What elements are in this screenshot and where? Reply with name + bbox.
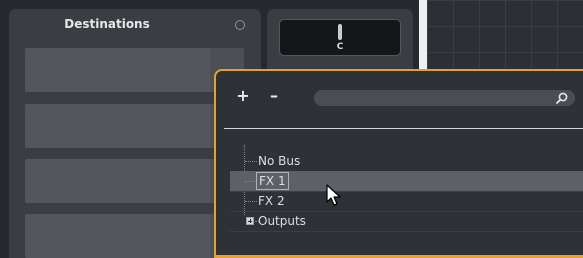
tree-item-label: FX 2 <box>258 194 285 208</box>
tree-item-fx-1[interactable]: FX 1 <box>230 171 583 192</box>
popup-separator <box>224 128 583 129</box>
expand-plus-icon[interactable] <box>246 217 254 225</box>
remove-button[interactable]: – <box>266 87 282 105</box>
destination-slot-3[interactable] <box>25 159 244 203</box>
mouse-pointer-icon <box>326 184 341 206</box>
tree-branch <box>245 161 257 162</box>
pan-value-label: C <box>336 42 344 52</box>
bus-selector-popup: + – No Bus FX 1 FX 2 Outputs <box>214 69 583 258</box>
tree-branch <box>245 201 257 202</box>
tree-item-outputs[interactable]: Outputs <box>230 211 583 232</box>
destination-slot-4[interactable] <box>25 214 244 258</box>
search-input[interactable] <box>314 90 575 106</box>
destinations-status-indicator[interactable] <box>235 20 245 30</box>
tree-item-label: No Bus <box>258 154 301 168</box>
destination-slot-2[interactable] <box>25 104 244 148</box>
pan-strip: C <box>267 9 413 69</box>
search-icon[interactable] <box>555 91 569 105</box>
pan-indicator <box>338 24 342 40</box>
tree-item-label: Outputs <box>258 214 306 228</box>
add-button[interactable]: + <box>235 87 251 105</box>
tree-item-no-bus[interactable]: No Bus <box>230 151 583 172</box>
tree-item-fx-2[interactable]: FX 2 <box>230 191 583 212</box>
pan-control[interactable]: C <box>279 19 401 56</box>
destination-slot-1[interactable] <box>25 48 244 92</box>
destinations-title: Destinations <box>64 17 150 31</box>
tree-item-label: FX 1 <box>256 172 289 190</box>
